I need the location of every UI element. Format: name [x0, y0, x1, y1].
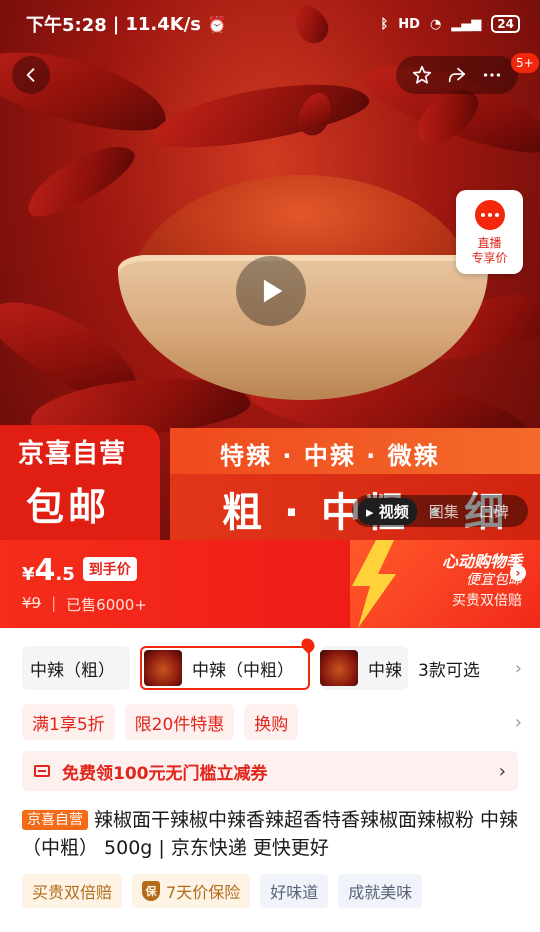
chili-decoration [147, 71, 373, 159]
tab-gallery[interactable]: 图集 [421, 498, 467, 525]
promo-chip[interactable]: 换购 [244, 704, 299, 740]
currency-symbol: ¥ [22, 564, 35, 585]
promo-subtitle: 便宜包邮 [466, 572, 522, 588]
status-icons: ᛒ HD ◔ ▂▄▆ 24 [380, 15, 520, 33]
play-icon [263, 279, 283, 303]
more-icon[interactable] [481, 64, 503, 86]
status-divider: | [112, 13, 120, 35]
bluetooth-icon: ᛒ [380, 16, 389, 32]
variant-selector: 中辣（粗） 中辣（中粗） 中辣 3款可选 › [22, 635, 522, 691]
chevron-right-icon[interactable]: › [515, 658, 522, 679]
live-label: 直播 [477, 236, 502, 250]
promo-campaign[interactable]: 心动购物季 便宜包邮 买贵双倍赔 [412, 553, 522, 611]
signal-hd-icon: HD [398, 16, 420, 32]
media-tabs: ▸ 视频 图集 口碑 [352, 495, 528, 527]
product-title-text: 辣椒面干辣椒中辣香辣超香特香辣椒面辣椒粉 中辣（中粗） 500g | 京东快递 … [22, 809, 519, 859]
coupon-icon [34, 765, 50, 777]
variant-option[interactable]: 中辣 [320, 646, 408, 690]
chevron-right-icon: › [498, 760, 506, 782]
sold-count: 已售6000+ [66, 596, 147, 614]
top-actions [396, 56, 518, 94]
back-button[interactable] [12, 56, 50, 94]
service-tags: 买贵双倍赔 保 7天价保险 好味道 成就美味 [22, 874, 423, 910]
status-bar: 下午5:28 | 11.4K/s ⏰ ᛒ HD ◔ ▂▄▆ 24 [0, 0, 540, 48]
free-shipping-label: 包邮 [26, 485, 111, 529]
final-price-tag: 到手价 [82, 557, 137, 581]
final-price: ¥ 4 .5 到手价 [22, 553, 137, 588]
tab-reviews[interactable]: 口碑 [471, 498, 517, 525]
live-icon [474, 200, 505, 230]
variant-label: 中辣（中粗） [192, 660, 294, 681]
favorite-star-icon[interactable] [411, 64, 433, 86]
jingxi-title: 京喜自营 [18, 439, 127, 469]
promo-title: 心动购物季 [441, 552, 522, 571]
variant-thumbnail [320, 650, 358, 686]
play-video-button[interactable] [236, 256, 306, 326]
jingxi-badge: 京喜自营 [22, 810, 88, 830]
signal-icon: ▂▄▆ [451, 16, 482, 32]
lightning-icon [352, 540, 396, 628]
coupon-text: 免费领100元无门槛立减券 [62, 763, 268, 784]
product-title: 京喜自营 辣椒面干辣椒中辣香辣超香特香辣椒面辣椒粉 中辣（中粗） 500g | 京… [22, 806, 522, 862]
alarm-icon: ⏰ [207, 14, 227, 34]
back-arrow-icon [26, 68, 35, 82]
promo-guarantee: 买贵双倍赔 [452, 593, 522, 609]
network-speed: 11.4K/s [125, 13, 202, 35]
tag-price-protection[interactable]: 保 7天价保险 [132, 874, 251, 908]
variant-option-selected[interactable]: 中辣（中粗） [140, 635, 318, 690]
battery-icon: 24 [491, 15, 520, 33]
variant-option[interactable]: 中辣（粗） [22, 646, 130, 690]
tab-video[interactable]: ▸ 视频 [358, 497, 417, 525]
price-divider: | [51, 594, 57, 612]
promo-chip[interactable]: 限20件特惠 [124, 704, 235, 740]
chevron-right-icon[interactable]: › [515, 712, 522, 733]
promo-chip[interactable]: 满1享5折 [22, 704, 115, 740]
live-price-card[interactable]: 直播 专享价 [456, 190, 523, 274]
original-price: ¥9 [22, 594, 42, 612]
tag-feature[interactable]: 好味道 [260, 874, 329, 908]
status-time: 下午5:28 [26, 15, 107, 36]
price-decimal: .5 [55, 564, 75, 585]
promotion-chips: 满1享5折 限20件特惠 换购 › [22, 703, 522, 741]
price-sub-info: ¥9 | 已售6000+ [22, 594, 147, 615]
shield-icon: 保 [142, 881, 161, 901]
tag-price-guarantee[interactable]: 买贵双倍赔 [22, 874, 123, 908]
chevron-right-icon[interactable]: › [510, 565, 526, 581]
variant-label: 中辣 [368, 660, 402, 681]
message-count-badge: 5+ [511, 53, 539, 73]
spice-levels: 特辣 · 中辣 · 微辣 [220, 442, 440, 470]
variant-thumbnail [144, 650, 182, 686]
variant-count[interactable]: 3款可选 [418, 656, 480, 681]
live-exclusive-label: 专享价 [471, 251, 508, 265]
tag-label: 7天价保险 [166, 883, 241, 902]
tag-feature[interactable]: 成就美味 [338, 874, 423, 908]
price-integer: 4 [34, 553, 56, 588]
coupon-row[interactable]: 免费领100元无门槛立减券 › [22, 751, 518, 791]
share-icon[interactable] [446, 64, 468, 86]
wifi-icon: ◔ [429, 16, 442, 32]
